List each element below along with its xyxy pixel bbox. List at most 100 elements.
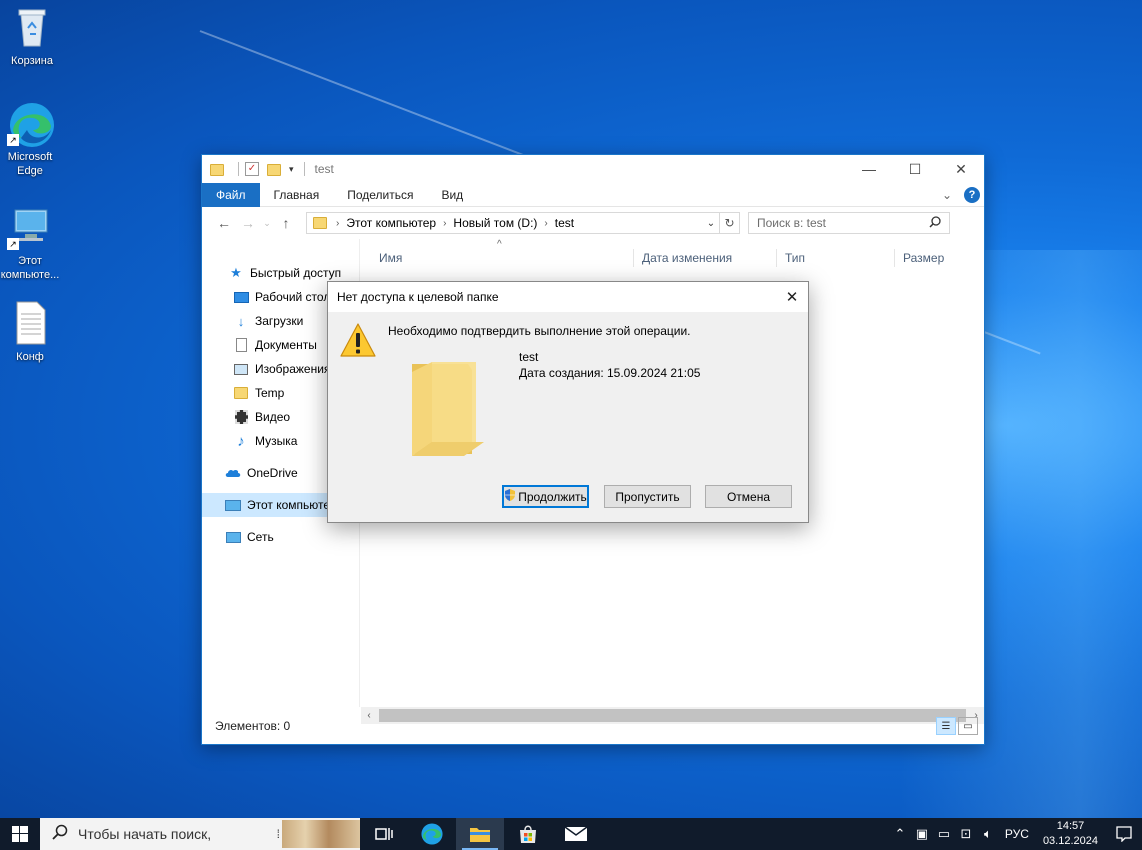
task-view-icon xyxy=(375,828,393,840)
breadcrumb-drive-d[interactable]: Новый том (D:) xyxy=(453,216,537,230)
expand-ribbon-icon[interactable]: ⌄ xyxy=(942,188,952,202)
tab-view[interactable]: Вид xyxy=(427,183,477,207)
nav-item-label: OneDrive xyxy=(247,466,298,480)
address-dropdown-icon[interactable]: ⌄ xyxy=(703,218,719,229)
title-bar: ✓ ▾ test — ☐ ✕ xyxy=(202,155,984,183)
status-bar: Элементов: 0 ☰ ▭ xyxy=(202,708,984,744)
folder-name: test xyxy=(519,350,539,364)
desktop-icon-edge[interactable]: ↗ Microsoft Edge xyxy=(0,100,62,178)
documents-icon xyxy=(233,337,249,353)
chevron-right-icon[interactable]: › xyxy=(443,218,446,229)
dialog-message: Необходимо подтвердить выполнение этой о… xyxy=(388,324,691,338)
more-icon: ⁞ xyxy=(276,827,280,841)
address-bar[interactable]: › Этот компьютер › Новый том (D:) › test… xyxy=(306,212,740,234)
help-icon[interactable]: ? xyxy=(964,186,980,203)
quick-access-dropdown-icon[interactable]: ▾ xyxy=(289,164,294,175)
input-language[interactable]: РУС xyxy=(1005,827,1029,841)
folder-icon xyxy=(210,162,224,176)
minimize-button[interactable]: — xyxy=(846,155,892,183)
desktop-icon-this-pc[interactable]: ↗ Этот компьюте... xyxy=(0,204,62,282)
desktop-icon-label: Конф xyxy=(16,351,44,363)
properties-icon[interactable]: ✓ xyxy=(245,162,259,176)
nav-item-label: Документы xyxy=(255,338,317,352)
column-name[interactable]: Имя xyxy=(361,249,634,267)
skip-button[interactable]: Пропустить xyxy=(604,485,691,508)
desktop-icon-label: Этот компьюте... xyxy=(0,255,60,281)
volume-icon[interactable]: 🔈︎ xyxy=(977,826,999,842)
nav-item-label: Быстрый доступ xyxy=(250,266,342,280)
start-button[interactable] xyxy=(0,818,40,850)
access-denied-dialog: Нет доступа к целевой папке ✕ Необходимо… xyxy=(327,281,809,523)
store-icon xyxy=(520,825,536,843)
nav-item-label: Загрузки xyxy=(255,314,304,328)
back-button[interactable]: ← xyxy=(212,215,236,231)
breadcrumb-test[interactable]: test xyxy=(555,216,574,230)
battery-icon[interactable]: ▭ xyxy=(933,826,955,842)
desktop-icon-label: Корзина xyxy=(11,55,53,67)
mail-icon xyxy=(564,826,588,841)
file-explorer-icon xyxy=(470,828,490,842)
desktop-icon-konf[interactable]: Конф xyxy=(0,300,62,364)
computer-icon xyxy=(225,497,241,513)
forward-button[interactable]: → xyxy=(236,215,260,231)
search-highlight-image[interactable] xyxy=(282,820,360,848)
taskbar-file-explorer[interactable] xyxy=(456,818,504,850)
taskbar: Чтобы начать поиск, ⁞ ⌃ ▣ ▭ ⊡ 🔈︎ РУС 14:… xyxy=(0,818,1142,850)
desktop-icon-label: Microsoft Edge xyxy=(7,151,53,177)
large-icons-view-icon[interactable]: ▭ xyxy=(958,717,978,735)
up-button[interactable]: ↑ xyxy=(274,215,298,231)
item-count: Элементов: 0 xyxy=(215,719,291,733)
nav-item-label: Temp xyxy=(255,386,285,400)
continue-button[interactable]: Продолжить xyxy=(502,485,589,508)
folder-created-date: Дата создания: 15.09.2024 21:05 xyxy=(519,366,701,380)
taskbar-search-box[interactable]: Чтобы начать поиск, ⁞ xyxy=(40,818,360,850)
chevron-right-icon[interactable]: › xyxy=(336,218,339,229)
nav-item-label: Изображения xyxy=(255,362,331,376)
close-button[interactable]: ✕ xyxy=(938,155,984,183)
clock[interactable]: 14:57 03.12.2024 xyxy=(1043,819,1098,849)
music-icon: ♪ xyxy=(237,432,245,450)
details-view-icon[interactable]: ☰ xyxy=(936,717,956,735)
taskbar-mail[interactable] xyxy=(552,818,600,850)
cloud-icon xyxy=(225,465,241,481)
nav-item-label: Рабочий стол xyxy=(255,290,331,304)
tab-share[interactable]: Поделиться xyxy=(333,183,427,207)
desktop-icon-recycle-bin[interactable]: Корзина xyxy=(0,4,64,68)
cancel-button[interactable]: Отмена xyxy=(705,485,792,508)
task-view-button[interactable] xyxy=(360,818,408,850)
window-title: test xyxy=(314,162,334,176)
meet-now-icon[interactable]: ▣ xyxy=(911,826,933,842)
notifications-button[interactable] xyxy=(1106,818,1142,850)
column-type[interactable]: Тип xyxy=(777,249,895,267)
refresh-button[interactable]: ↻ xyxy=(719,213,739,233)
recent-locations-icon[interactable]: ⌄ xyxy=(260,218,274,229)
search-icon xyxy=(52,824,68,844)
nav-item-label: Видео xyxy=(255,410,291,424)
chevron-up-icon[interactable]: ⌃ xyxy=(889,826,911,842)
dialog-title-bar: Нет доступа к целевой папке ✕ xyxy=(328,282,808,312)
dialog-close-button[interactable]: ✕ xyxy=(776,282,808,312)
network-icon[interactable]: ⊡ xyxy=(955,826,977,842)
nav-item-label: Музыка xyxy=(255,434,298,448)
chevron-right-icon[interactable]: › xyxy=(544,218,547,229)
download-icon: ↓ xyxy=(237,313,245,329)
taskbar-store[interactable] xyxy=(504,818,552,850)
clock-time: 14:57 xyxy=(1056,820,1085,832)
tab-file[interactable]: Файл xyxy=(202,182,260,207)
dialog-title: Нет доступа к целевой папке xyxy=(337,290,499,304)
column-size[interactable]: Размер xyxy=(895,249,975,267)
tab-home[interactable]: Главная xyxy=(260,183,334,207)
navigation-bar: ← → ⌄ ↑ › Этот компьютер › Новый том (D:… xyxy=(202,207,984,239)
taskbar-edge[interactable] xyxy=(408,818,456,850)
column-headers: ^ Имя Дата изменения Тип Размер xyxy=(361,239,984,275)
shortcut-arrow-icon: ↗ xyxy=(7,134,19,146)
breadcrumb-this-pc[interactable]: Этот компьютер xyxy=(346,216,436,230)
column-date-modified[interactable]: Дата изменения xyxy=(634,249,777,267)
search-placeholder: Поиск в: test xyxy=(757,216,826,230)
desktop-folder-icon xyxy=(233,289,249,305)
maximize-button[interactable]: ☐ xyxy=(892,155,938,183)
nav-item-network[interactable]: Сеть xyxy=(202,525,359,549)
continue-button-label: Продолжить xyxy=(518,489,587,504)
search-input[interactable]: Поиск в: test xyxy=(748,212,950,234)
new-folder-icon[interactable] xyxy=(267,162,281,176)
